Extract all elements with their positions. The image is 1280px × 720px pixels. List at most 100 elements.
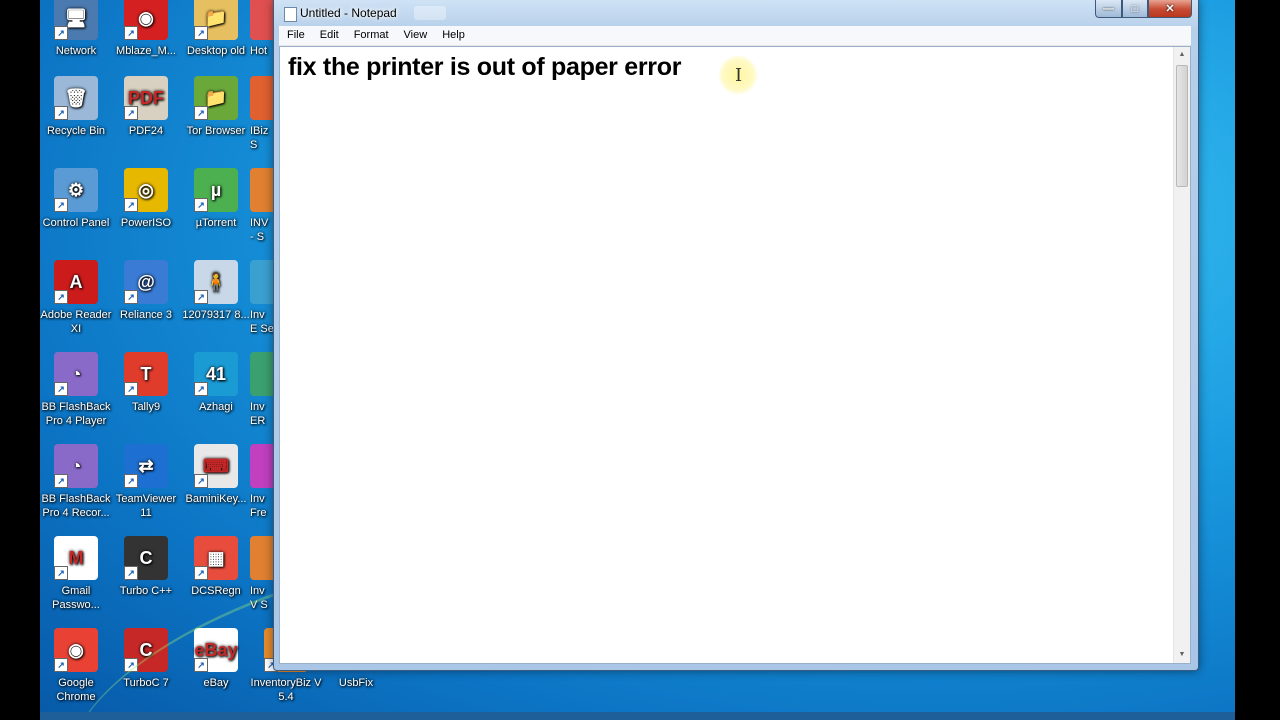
partial-app-icon: [250, 352, 274, 396]
desktop-icon-inv-fre[interactable]: Inv Fre: [250, 444, 274, 520]
desktop-icon-label: Desktop old: [186, 45, 246, 57]
desktop-icon-label: Reliance 3: [120, 309, 172, 321]
partial-app-icon: [250, 444, 274, 488]
desktop-icon-hot[interactable]: Hot: [250, 0, 274, 58]
desktop-icon-mblaze-m[interactable]: ◉ ↗ Mblaze_M...: [110, 0, 182, 58]
title-bar[interactable]: Untitled - Notepad — □ ✕: [274, 0, 1198, 26]
scroll-thumb[interactable]: [1176, 65, 1188, 187]
network-icon: 🖥 ↗: [54, 0, 98, 40]
dcsregn-icon: ▦ ↗: [194, 536, 238, 580]
desktop-icon-label: Turbo C++: [119, 585, 173, 597]
desktop-icon-inv-s[interactable]: INV - S: [250, 168, 274, 244]
azhagi-icon: 41 ↗: [194, 352, 238, 396]
shortcut-arrow-icon: ↗: [124, 382, 138, 396]
shortcut-arrow-icon: ↗: [124, 566, 138, 580]
keyboard-icon: ⌨ ↗: [194, 444, 238, 488]
menu-help[interactable]: Help: [434, 26, 472, 45]
desktop-icon-tally9[interactable]: T ↗ Tally9: [110, 352, 182, 414]
turboc7-icon: C ↗: [124, 628, 168, 672]
desktop-icon-label: Google Chrome: [56, 677, 96, 703]
desktop-icon-teamviewer-11[interactable]: ⇄ ↗ TeamViewer 11: [110, 444, 182, 520]
desktop-icon-dcsregn[interactable]: ▦ ↗ DCSRegn: [180, 536, 252, 598]
maximize-button[interactable]: □: [1122, 0, 1148, 18]
desktop-icon-reliance-3[interactable]: @ ↗ Reliance 3: [110, 260, 182, 322]
desktop-icon-gmail-passwo[interactable]: M ↗ Gmail Passwo...: [40, 536, 112, 612]
shortcut-arrow-icon: ↗: [194, 106, 208, 120]
ebay-icon: eBay ↗: [194, 628, 238, 672]
desktop-icon-inv-e-se[interactable]: Inv E Se: [250, 260, 274, 336]
menu-format[interactable]: Format: [346, 26, 396, 45]
shortcut-arrow-icon: ↗: [54, 566, 68, 580]
vertical-scrollbar[interactable]: ▲ ▼: [1173, 47, 1190, 663]
utorrent-icon: µ ↗: [194, 168, 238, 212]
desktop-icon-label: Network: [55, 45, 97, 57]
menu-view[interactable]: View: [396, 26, 435, 45]
shortcut-arrow-icon: ↗: [124, 290, 138, 304]
desktop-icon-label: IBiz S: [250, 125, 269, 151]
shortcut-arrow-icon: ↗: [194, 290, 208, 304]
desktop-icon-label: Recycle Bin: [46, 125, 106, 137]
shortcut-arrow-icon: ↗: [194, 566, 208, 580]
desktop-icon-poweriso[interactable]: ◎ ↗ PowerISO: [110, 168, 182, 230]
partial-app-icon: [250, 260, 274, 304]
shortcut-arrow-icon: ↗: [54, 26, 68, 40]
flashback-recorder-icon: ◔ ↗: [54, 444, 98, 488]
desktop-icon-torrent[interactable]: µ ↗ µTorrent: [180, 168, 252, 230]
desktop-icon-ibiz-s[interactable]: IBiz S: [250, 76, 274, 152]
notepad-window[interactable]: Untitled - Notepad — □ ✕ File Edit Forma…: [273, 0, 1199, 671]
desktop-icon-label: DCSRegn: [191, 585, 241, 597]
desktop-icon-network[interactable]: 🖥 ↗ Network: [40, 0, 112, 58]
chrome-icon: ◉ ↗: [54, 628, 98, 672]
desktop-icon-bb-flashback-pro-4-player[interactable]: ◔ ↗ BB FlashBack Pro 4 Player: [40, 352, 112, 428]
desktop-icon-label: UsbFix: [338, 677, 374, 689]
desktop-icon-ebay[interactable]: eBay ↗ eBay: [180, 628, 252, 690]
shortcut-arrow-icon: ↗: [194, 658, 208, 672]
desktop-icon-label: Mblaze_M...: [116, 45, 176, 57]
desktop-icon-turboc-7[interactable]: C ↗ TurboC 7: [110, 628, 182, 690]
reliance-icon: @ ↗: [124, 260, 168, 304]
control-panel-icon: ⚙ ↗: [54, 168, 98, 212]
menu-file[interactable]: File: [279, 26, 312, 45]
desktop-icon-label: Inv ER: [250, 401, 266, 427]
desktop-icon-desktop-old[interactable]: 📁 ↗ Desktop old: [180, 0, 252, 58]
scroll-down-icon[interactable]: ▼: [1174, 647, 1190, 663]
scroll-up-icon[interactable]: ▲: [1174, 47, 1190, 63]
teamviewer-icon: ⇄ ↗: [124, 444, 168, 488]
partial-app-icon: [250, 76, 274, 120]
desktop-icon-pdf24[interactable]: PDF ↗ PDF24: [110, 76, 182, 138]
caption-buttons: — □ ✕: [1095, 0, 1192, 18]
shortcut-arrow-icon: ↗: [54, 106, 68, 120]
desktop-icon-google-chrome[interactable]: ◉ ↗ Google Chrome: [40, 628, 112, 704]
desktop-icon-label: µTorrent: [195, 217, 237, 229]
menu-edit[interactable]: Edit: [312, 26, 346, 45]
desktop-icon-azhagi[interactable]: 41 ↗ Azhagi: [180, 352, 252, 414]
desktop-icon-baminikey[interactable]: ⌨ ↗ BaminiKey...: [180, 444, 252, 506]
editor-content: fix the printer is out of paper error: [288, 53, 682, 81]
adobe-reader-icon: A ↗: [54, 260, 98, 304]
desktop-icon-bb-flashback-pro-4-recor[interactable]: ◔ ↗ BB FlashBack Pro 4 Recor...: [40, 444, 112, 520]
close-button[interactable]: ✕: [1148, 0, 1192, 18]
minimize-button[interactable]: —: [1095, 0, 1122, 18]
desktop-icon-label: BB FlashBack Pro 4 Player: [41, 401, 111, 427]
desktop-icon-label: Inv V S: [250, 585, 268, 611]
desktop-icon-recycle-bin[interactable]: 🗑 ↗ Recycle Bin: [40, 76, 112, 138]
pdf24-icon: PDF ↗: [124, 76, 168, 120]
folder-icon: 📁 ↗: [194, 0, 238, 40]
text-editor[interactable]: fix the printer is out of paper error I …: [279, 46, 1191, 664]
desktop-icon-turbo-c[interactable]: C ↗ Turbo C++: [110, 536, 182, 598]
shortcut-arrow-icon: ↗: [194, 198, 208, 212]
desktop-icon-inv-er[interactable]: Inv ER: [250, 352, 274, 428]
shortcut-arrow-icon: ↗: [54, 198, 68, 212]
desktop-icon-adobe-reader-xi[interactable]: A ↗ Adobe Reader XI: [40, 260, 112, 336]
partial-app-icon: [250, 536, 274, 580]
desktop-icon-label: eBay: [203, 677, 229, 689]
desktop-icon-inv-v-s[interactable]: Inv V S: [250, 536, 274, 612]
desktop-icon-label: PowerISO: [120, 217, 172, 229]
shortcut-arrow-icon: ↗: [54, 474, 68, 488]
desktop-icon-label: Tor Browser: [186, 125, 246, 137]
desktop-icon-label: Inv Fre: [250, 493, 267, 519]
desktop-icon-12079317-8[interactable]: 🧍 ↗ 12079317 8...: [180, 260, 252, 322]
desktop-icon-tor-browser[interactable]: 📁 ↗ Tor Browser: [180, 76, 252, 138]
shortcut-arrow-icon: ↗: [194, 382, 208, 396]
desktop-icon-control-panel[interactable]: ⚙ ↗ Control Panel: [40, 168, 112, 230]
